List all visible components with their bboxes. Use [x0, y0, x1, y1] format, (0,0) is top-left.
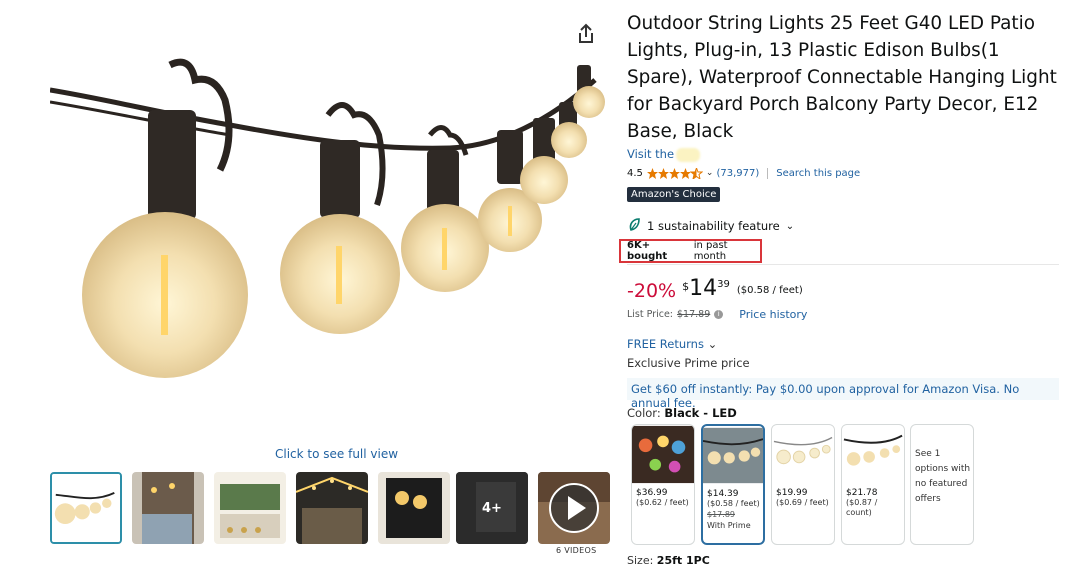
- free-returns-link[interactable]: FREE Returns ⌄: [627, 337, 717, 351]
- star-icon: [679, 167, 691, 179]
- chevron-down-icon[interactable]: ⌄: [706, 168, 714, 178]
- free-returns-label: FREE Returns: [627, 337, 704, 351]
- divider: [767, 167, 769, 179]
- color-swatch-4[interactable]: $21.78 ($0.87 / count): [841, 424, 905, 545]
- divider: [627, 264, 1059, 265]
- price-row: -20% $ 14 39 ($0.58 / feet): [627, 276, 803, 306]
- chevron-down-icon: ⌄: [707, 337, 718, 351]
- size-selected-value: 25ft 1PC: [656, 554, 710, 567]
- thumbnail-more[interactable]: 4+: [456, 472, 528, 544]
- thumbnail-2[interactable]: [132, 472, 204, 544]
- swatch-unit-price: ($0.69 / feet): [776, 498, 829, 507]
- thumbnail-3[interactable]: [214, 472, 286, 544]
- price-whole: 14: [689, 276, 718, 301]
- search-page-link[interactable]: Search this page: [776, 168, 860, 179]
- product-title: Outdoor String Lights 25 Feet G40 LED Pa…: [627, 13, 1057, 142]
- bought-past-month: 6K+ bought in past month: [619, 239, 762, 263]
- visit-store-link[interactable]: Visit the: [627, 147, 701, 162]
- size-label-key: Size:: [627, 554, 654, 567]
- thumbnail-4[interactable]: [296, 472, 368, 544]
- star-icon: [646, 167, 658, 179]
- swatch-image: [772, 425, 834, 484]
- list-price-value: $17.89: [677, 309, 711, 320]
- prime-price-label: Exclusive Prime price: [627, 356, 750, 370]
- brand-name-redacted: [676, 147, 701, 162]
- rating-count-link[interactable]: (73,977): [716, 168, 759, 179]
- main-product-image[interactable]: [49, 40, 610, 440]
- rating-value: 4.5: [627, 167, 643, 179]
- swatch-price: $21.78: [846, 488, 878, 498]
- swatch-image: [632, 425, 694, 484]
- visa-offer-banner[interactable]: Get $60 off instantly: Pay $0.00 upon ap…: [627, 378, 1059, 410]
- price-history-link[interactable]: Price history: [739, 308, 807, 321]
- swatch-unit-price: ($0.87 / count): [846, 498, 878, 517]
- leaf-icon: [629, 218, 640, 234]
- visit-store-label: Visit the: [627, 147, 675, 161]
- thumbnail-5[interactable]: [378, 472, 450, 544]
- star-icon: [657, 167, 669, 179]
- star-icon: [668, 167, 680, 179]
- swatch-unit-price: ($0.62 / feet): [636, 498, 689, 507]
- swatch-price: $36.99: [636, 488, 668, 498]
- list-price-label: List Price:: [627, 309, 674, 320]
- share-icon[interactable]: [575, 22, 597, 46]
- color-selected-value: Black - LED: [664, 406, 737, 420]
- price-currency: $: [682, 280, 690, 293]
- color-label: Color: Black - LED: [627, 406, 737, 420]
- videos-count-label: 6 VIDEOS: [556, 546, 597, 555]
- discount-percent: -20%: [627, 280, 677, 302]
- info-icon[interactable]: i: [714, 310, 724, 319]
- price-fraction: 39: [717, 279, 730, 290]
- star-rating[interactable]: [646, 167, 703, 179]
- unit-price: ($0.58 / feet): [736, 285, 803, 296]
- bought-count: 6K+ bought: [627, 240, 668, 262]
- swatch-unit-price: ($0.58 / feet): [707, 499, 760, 508]
- swatch-image: [703, 426, 763, 485]
- size-label: Size: 25ft 1PC: [627, 554, 710, 567]
- chevron-down-icon: ⌄: [785, 220, 795, 232]
- swatch-old-price: $17.89: [707, 510, 735, 519]
- sustainability-feature[interactable]: 1 sustainability feature ⌄: [629, 218, 794, 234]
- rating-row: 4.5 ⌄ (73,977) Search this page: [627, 166, 860, 180]
- color-swatch-3[interactable]: $19.99 ($0.69 / feet): [771, 424, 835, 545]
- swatch-prime-note: With Prime: [707, 521, 751, 530]
- more-options-swatch[interactable]: See 1 options with no featured offers: [910, 424, 974, 545]
- list-price-row: List Price: $17.89 i Price history: [627, 308, 807, 321]
- color-label-key: Color:: [627, 406, 661, 420]
- color-swatch-1[interactable]: $36.99 ($0.62 / feet): [631, 424, 695, 545]
- video-thumbnail[interactable]: [538, 472, 610, 544]
- bought-period: in past month: [693, 240, 728, 262]
- swatch-image: [842, 425, 904, 484]
- swatch-price: $19.99: [776, 488, 808, 498]
- full-view-link[interactable]: Click to see full view: [275, 447, 398, 461]
- sustainability-label: 1 sustainability feature: [647, 219, 780, 233]
- amazons-choice-badge[interactable]: Amazon's Choice: [627, 187, 721, 202]
- thumbnail-1[interactable]: [50, 472, 122, 544]
- swatch-price: $14.39: [707, 489, 739, 499]
- color-swatch-2[interactable]: $14.39 ($0.58 / feet) $17.89 With Prime: [701, 424, 765, 545]
